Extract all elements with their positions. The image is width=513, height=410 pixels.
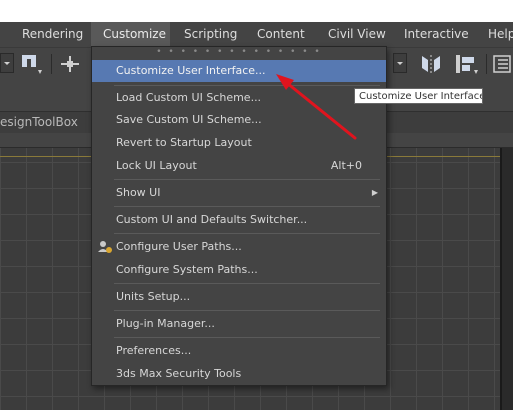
menu-separator	[114, 283, 380, 284]
menu-separator	[114, 337, 380, 338]
viewport-divider[interactable]	[500, 148, 513, 410]
list-icon	[493, 55, 511, 73]
menu-item-configure-user-paths[interactable]: Configure User Paths...	[92, 236, 386, 258]
menu-item-label: Units Setup...	[116, 290, 191, 303]
align-icon	[456, 55, 478, 74]
menu-separator	[114, 179, 380, 180]
menu-item-shortcut: Alt+0	[330, 159, 362, 172]
snap-toggle-button[interactable]	[19, 52, 45, 76]
menu-item-show-ui[interactable]: Show UI ▶	[92, 182, 386, 204]
menu-item-label: Custom UI and Defaults Switcher...	[116, 213, 308, 226]
menu-interactive[interactable]: Interactive	[404, 22, 469, 47]
top-strip	[0, 0, 513, 22]
toolbar-dropdown-button[interactable]	[0, 53, 14, 73]
menu-item-label: Configure System Paths...	[116, 263, 258, 276]
user-paths-icon	[98, 241, 112, 253]
menu-item-label: Revert to Startup Layout	[116, 136, 252, 149]
menu-item-label: Customize User Interface...	[116, 64, 266, 77]
menu-item-label: Plug-in Manager...	[116, 317, 215, 330]
menu-item-plugin-manager[interactable]: Plug-in Manager...	[92, 313, 386, 335]
move-gizmo-button[interactable]	[58, 53, 82, 75]
snap-icon	[22, 55, 42, 74]
menu-item-security-tools[interactable]: 3ds Max Security Tools	[92, 363, 386, 385]
design-toolbox-label[interactable]: esignToolBox	[0, 112, 78, 133]
menu-bar: Rendering Customize Scripting Content Ci…	[0, 22, 513, 47]
menu-separator	[114, 233, 380, 234]
chevron-down-icon	[4, 62, 10, 65]
menu-separator	[114, 85, 380, 86]
menu-item-load-custom-ui-scheme[interactable]: Load Custom UI Scheme...	[92, 87, 386, 109]
menu-item-label: 3ds Max Security Tools	[116, 367, 242, 380]
menu-item-label: Preferences...	[116, 344, 192, 357]
toolbar-separator	[486, 54, 487, 74]
menu-content[interactable]: Content	[257, 22, 305, 47]
menu-rendering[interactable]: Rendering	[22, 22, 83, 47]
menu-help[interactable]: Help	[488, 22, 513, 47]
menu-item-units-setup[interactable]: Units Setup...	[92, 286, 386, 308]
mirror-icon	[422, 55, 440, 73]
menu-item-label: Load Custom UI Scheme...	[116, 91, 262, 104]
menu-civil-view[interactable]: Civil View	[328, 22, 386, 47]
menu-item-label: Configure User Paths...	[116, 240, 242, 253]
menu-scripting[interactable]: Scripting	[184, 22, 237, 47]
menu-separator	[114, 206, 380, 207]
menu-separator	[114, 310, 380, 311]
customize-dropdown-menu: • • • • • • • • • • • • • • Customize Us…	[91, 46, 387, 386]
mirror-button[interactable]	[418, 52, 444, 76]
menu-item-configure-system-paths[interactable]: Configure System Paths...	[92, 259, 386, 281]
menu-item-revert-to-startup-layout[interactable]: Revert to Startup Layout	[92, 132, 386, 154]
align-button[interactable]	[452, 52, 480, 76]
menu-customize[interactable]: Customize	[91, 22, 170, 47]
menu-item-label: Show UI	[116, 186, 161, 199]
menu-item-lock-ui-layout[interactable]: Lock UI Layout Alt+0	[92, 155, 386, 177]
tear-off-handle[interactable]: • • • • • • • • • • • • • •	[92, 48, 386, 57]
toolbar-separator	[51, 54, 52, 74]
tooltip: Customize User Interface	[354, 88, 483, 104]
scene-explorer-button[interactable]	[492, 53, 512, 75]
submenu-arrow-icon: ▶	[371, 188, 378, 197]
chevron-down-icon	[397, 62, 403, 65]
app-window: Rendering Customize Scripting Content Ci…	[0, 0, 513, 410]
menu-item-save-custom-ui-scheme[interactable]: Save Custom UI Scheme...	[92, 109, 386, 131]
toolbar-right-dropdown-button[interactable]	[393, 53, 407, 73]
menu-item-custom-ui-defaults-switcher[interactable]: Custom UI and Defaults Switcher...	[92, 209, 386, 231]
move-gizmo-icon	[61, 56, 79, 72]
menu-item-preferences[interactable]: Preferences...	[92, 340, 386, 362]
menu-item-label: Lock UI Layout	[116, 159, 197, 172]
menu-item-label: Save Custom UI Scheme...	[116, 113, 262, 126]
menu-item-customize-user-interface[interactable]: Customize User Interface...	[92, 60, 386, 82]
